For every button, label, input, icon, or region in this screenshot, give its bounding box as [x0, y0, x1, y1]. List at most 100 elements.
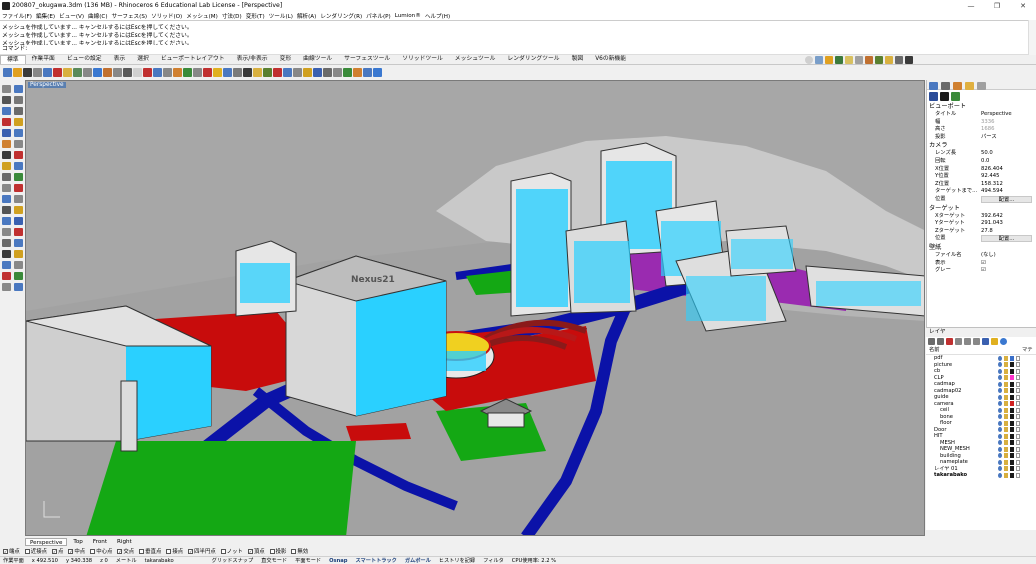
layer-color-swatch[interactable]	[1010, 420, 1014, 426]
toolbar-tool-icon[interactable]	[63, 68, 72, 77]
toolbar-tab[interactable]: ソリッドツール	[396, 55, 449, 64]
left-tool-icon[interactable]	[14, 118, 23, 126]
material-swatch[interactable]	[1016, 394, 1020, 400]
toolbar-tab[interactable]: サーフェスツール	[338, 55, 396, 64]
property-value[interactable]: (なし)	[981, 251, 1036, 260]
lock-icon[interactable]	[1004, 407, 1008, 413]
material-swatch[interactable]	[1016, 427, 1020, 433]
material-swatch[interactable]	[1016, 388, 1020, 394]
minimize-button[interactable]: —	[958, 0, 984, 11]
new-layer-icon[interactable]	[928, 338, 935, 345]
new-sublayer-icon[interactable]	[937, 338, 944, 345]
lock-icon[interactable]	[1004, 355, 1008, 361]
material-swatch[interactable]	[1016, 433, 1020, 439]
move-down-icon[interactable]	[964, 338, 971, 345]
toolbar-tool-icon[interactable]	[123, 68, 132, 77]
lightbulb-icon[interactable]	[998, 388, 1002, 394]
lightbulb-icon[interactable]	[998, 440, 1002, 446]
toolbar-tab[interactable]: 標準	[0, 55, 26, 64]
osnap-checkbox[interactable]: 投影	[269, 547, 286, 555]
viewport-label[interactable]: Perspective	[28, 82, 66, 88]
toolbar-tab[interactable]: ビューの設定	[61, 55, 108, 64]
lightbulb-icon[interactable]	[998, 466, 1002, 472]
left-tool-icon[interactable]	[2, 261, 11, 269]
menu-item[interactable]: 変形(T)	[246, 12, 265, 20]
toolbar-tool-icon[interactable]	[203, 68, 212, 77]
lightbulb-icon[interactable]	[998, 394, 1002, 400]
toolbar-tool-icon[interactable]	[353, 68, 362, 77]
left-tool-icon[interactable]	[2, 217, 11, 225]
filter-icon[interactable]	[982, 338, 989, 345]
osnap-checkbox[interactable]: 近接点	[24, 547, 47, 555]
toolbar-tool-icon[interactable]	[233, 68, 242, 77]
lock-icon[interactable]	[1004, 459, 1008, 465]
checkbox-icon[interactable]	[139, 548, 145, 554]
menu-item[interactable]: 寸法(D)	[222, 12, 242, 20]
layer-color-swatch[interactable]	[1010, 459, 1014, 465]
checkbox-icon[interactable]: ✓	[51, 548, 57, 554]
toolbar-tool-icon[interactable]	[103, 68, 112, 77]
column-name[interactable]: 名前	[929, 347, 1022, 354]
toolbar-tab[interactable]: メッシュツール	[449, 55, 502, 64]
material-swatch[interactable]	[1016, 407, 1020, 413]
menu-item[interactable]: パネル(P)	[366, 12, 391, 20]
layer-row[interactable]: takarabako	[926, 472, 1036, 479]
checkbox-icon[interactable]: ✓	[68, 548, 74, 554]
property-value[interactable]: 392.642	[981, 212, 1036, 221]
left-tool-icon[interactable]	[14, 239, 23, 247]
left-tool-icon[interactable]	[2, 184, 11, 192]
checkbox-icon[interactable]: ✓	[3, 548, 8, 554]
lock-icon[interactable]	[1004, 472, 1008, 478]
toolbar-tab[interactable]: 作業平面	[26, 55, 61, 64]
material-swatch[interactable]	[1016, 362, 1020, 368]
layer-color-swatch[interactable]	[1010, 440, 1014, 446]
camera-icon[interactable]	[929, 92, 938, 101]
lightbulb-icon[interactable]	[998, 453, 1002, 459]
checkbox-icon[interactable]: ✓	[247, 548, 253, 554]
view-tab-front[interactable]: Front	[89, 538, 111, 546]
video-icon[interactable]	[905, 56, 913, 64]
help-icon[interactable]	[1000, 338, 1007, 345]
toolbar-tab[interactable]: V6の新機能	[589, 55, 632, 64]
lightbulb-icon[interactable]	[998, 446, 1002, 452]
lightbulb-icon[interactable]	[998, 381, 1002, 387]
menu-item[interactable]: メッシュ(M)	[186, 12, 218, 20]
menu-item[interactable]: 編集(E)	[36, 12, 55, 20]
left-tool-icon[interactable]	[2, 206, 11, 214]
toolbar-tool-icon[interactable]	[363, 68, 372, 77]
toolbar-tool-icon[interactable]	[3, 68, 12, 77]
property-value[interactable]: 92.445	[981, 173, 1036, 181]
lock-icon[interactable]	[1004, 368, 1008, 374]
left-tool-icon[interactable]	[2, 250, 11, 258]
toolbar-tool-icon[interactable]	[373, 68, 382, 77]
osnap-checkbox[interactable]: 無効	[291, 547, 308, 555]
menu-item[interactable]: ソリッド(O)	[151, 12, 182, 20]
toolbar-tool-icon[interactable]	[303, 68, 312, 77]
left-tool-icon[interactable]	[2, 162, 11, 170]
left-tool-icon[interactable]	[14, 140, 23, 148]
toolbar-tool-icon[interactable]	[223, 68, 232, 77]
left-tool-icon[interactable]	[2, 107, 11, 115]
left-tool-icon[interactable]	[14, 261, 23, 269]
toolbar-tool-icon[interactable]	[143, 68, 152, 77]
checkbox-icon[interactable]: ✓	[117, 548, 123, 554]
toolbar-tool-icon[interactable]	[173, 68, 182, 77]
toolbar-tab[interactable]: 曲線ツール	[297, 55, 338, 64]
lock-icon[interactable]	[1004, 453, 1008, 459]
property-value[interactable]: Perspective	[981, 111, 1036, 119]
toolbar-tab[interactable]: ビューポートレイアウト	[155, 55, 231, 64]
osnap-checkbox[interactable]: ✓ 頂点	[247, 547, 265, 555]
status-layer[interactable]: takarabako	[145, 558, 174, 564]
toolbar-tab[interactable]: レンダリングツール	[501, 55, 565, 64]
layer-color-swatch[interactable]	[1010, 388, 1014, 394]
toolbar-tool-icon[interactable]	[273, 68, 282, 77]
menu-item[interactable]: ビュー(V)	[59, 12, 84, 20]
left-tool-icon[interactable]	[2, 140, 11, 148]
left-tool-icon[interactable]	[14, 129, 23, 137]
material-swatch[interactable]	[1016, 440, 1020, 446]
lightbulb-icon[interactable]	[998, 368, 1002, 374]
toolbar-tool-icon[interactable]	[43, 68, 52, 77]
material-swatch[interactable]	[1016, 375, 1020, 381]
layer-color-swatch[interactable]	[1010, 433, 1014, 439]
toolbar-tool-icon[interactable]	[53, 68, 62, 77]
